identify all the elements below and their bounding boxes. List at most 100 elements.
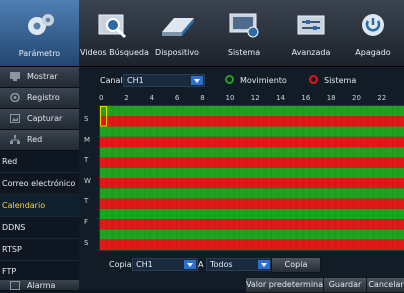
sidebar-group-mostrar[interactable]: Mostrar [0,67,79,88]
to-label: A [198,260,204,269]
hour-label: 4 [149,94,155,102]
schedule-grid[interactable] [99,105,404,251]
hour-label: 18 [326,94,336,102]
channel-select[interactable]: CH1 [123,74,205,87]
chevron-down-icon [191,76,203,85]
system-schedule-row[interactable] [100,239,404,250]
system-schedule-row[interactable] [100,219,404,230]
hour-label: 16 [301,94,311,102]
system-schedule-row[interactable] [100,136,404,148]
system-schedule-row[interactable] [100,157,404,168]
default-button[interactable]: Valor predeterminado [245,277,333,293]
hour-label: 10 [225,94,235,102]
chevron-down-icon [184,260,196,269]
motion-schedule-row[interactable] [100,147,404,158]
system-legend-label: Sistema [324,76,357,85]
alarm-icon [10,281,20,290]
motion-schedule-row[interactable] [100,167,404,178]
sidebar-group-label: Alarma [27,281,56,290]
day-label: S [84,238,89,247]
sidebar-group-label: Registro [27,93,60,102]
copy-from-select[interactable]: CH1 [132,258,198,271]
sidebar-item-correo[interactable]: Correo electrónico [0,173,79,195]
video-search-icon [98,14,127,39]
top-navigation: Parámetro Videos Búsqueda Dispositivo Si… [0,0,404,67]
schedule-grid-cells [100,106,404,250]
tab-sistema[interactable]: Sistema [208,0,280,66]
sidebar-item-label: Red [2,157,18,166]
cancel-button[interactable]: Cancelar [366,277,404,293]
copy-to-value: Todos [210,260,233,269]
day-label: S [84,115,89,123]
motion-radio[interactable] [225,75,234,84]
schedule-panel: Canal CH1 Movimiento Sistema 0 2 4 6 8 10 12 14… [79,67,404,293]
sidebar-item-ddns[interactable]: DDNS [0,217,79,239]
system-schedule-row[interactable] [100,178,404,189]
copy-to-select[interactable]: Todos [206,258,272,271]
sidebar-item-red[interactable]: Red [0,151,79,173]
channel-label: Canal [100,76,123,85]
copy-button-label: Copia [284,260,308,269]
sidebar-group-capturar[interactable]: Capturar [0,109,79,130]
tab-label: Sistema [227,48,261,57]
motion-schedule-row[interactable] [100,188,404,199]
save-button-label: Guardar [328,280,362,289]
capture-icon [10,114,20,123]
sidebar-group-label: Mostrar [27,72,58,81]
copy-from-value: CH1 [136,260,153,269]
system-radio[interactable] [309,75,318,84]
sidebar-group-alarma[interactable]: Alarma [0,280,79,291]
sidebar-item-label: Correo electrónico [2,179,76,188]
motion-schedule-row[interactable] [100,208,404,220]
hour-label: 8 [200,94,205,102]
chevron-down-icon [258,260,270,269]
sidebar-item-rtsp[interactable]: RTSP [0,239,79,261]
save-button[interactable]: Guardar [323,277,367,293]
system-schedule-row[interactable] [100,198,404,209]
hour-label: 2 [124,94,129,102]
day-label: F [84,218,89,226]
sidebar-item-label: DDNS [2,223,26,232]
sidebar: Mostrar Registro Capturar Red Red Correo… [0,67,79,291]
power-icon [362,14,384,36]
system-schedule-row[interactable] [100,116,404,127]
tab-label: Parámetro [18,49,61,58]
hard-disk-icon [162,18,194,36]
tab-dispositivo[interactable]: Dispositivo [146,0,208,66]
motion-schedule-row[interactable] [100,229,404,240]
motion-legend-label: Movimiento [240,76,287,85]
monitor-icon [229,13,259,38]
tab-label: Videos Búsqueda [80,48,149,57]
hour-label: 0 [99,94,104,102]
motion-schedule-row[interactable] [100,126,404,137]
record-icon [10,93,20,102]
sidebar-item-label: RTSP [2,245,22,254]
motion-schedule-row[interactable] [100,106,404,117]
tab-videos-busqueda[interactable]: Videos Búsqueda [80,0,149,66]
sidebar-item-label: FTP [2,267,17,276]
default-button-label: Valor predeterminado [246,280,333,289]
sidebar-group-registro[interactable]: Registro [0,88,79,109]
network-icon [10,135,20,144]
display-icon [10,72,20,81]
day-label: W [84,176,91,185]
tab-label: Apagado [355,48,391,57]
day-label: T [84,197,89,206]
hour-label: 6 [174,94,180,102]
hour-label: 12 [250,94,260,102]
sidebar-item-calendario[interactable]: Calendario [0,195,79,217]
tab-parametro[interactable]: Parámetro [0,0,79,66]
advanced-settings-icon [297,15,325,35]
tab-avanzada[interactable]: Avanzada [280,0,342,66]
day-label: M [84,135,91,144]
copy-button[interactable]: Copia [271,257,321,273]
sidebar-item-label: Calendario [2,201,46,210]
hour-label: 14 [276,94,286,102]
day-label: T [84,156,89,165]
sidebar-group-red[interactable]: Red [0,130,79,151]
cancel-button-label: Cancelar [368,280,404,289]
tab-apagado[interactable]: Apagado [342,0,404,66]
sidebar-group-label: Red [27,135,43,144]
sidebar-group-label: Capturar [27,114,63,123]
hour-label: 20 [352,94,361,102]
